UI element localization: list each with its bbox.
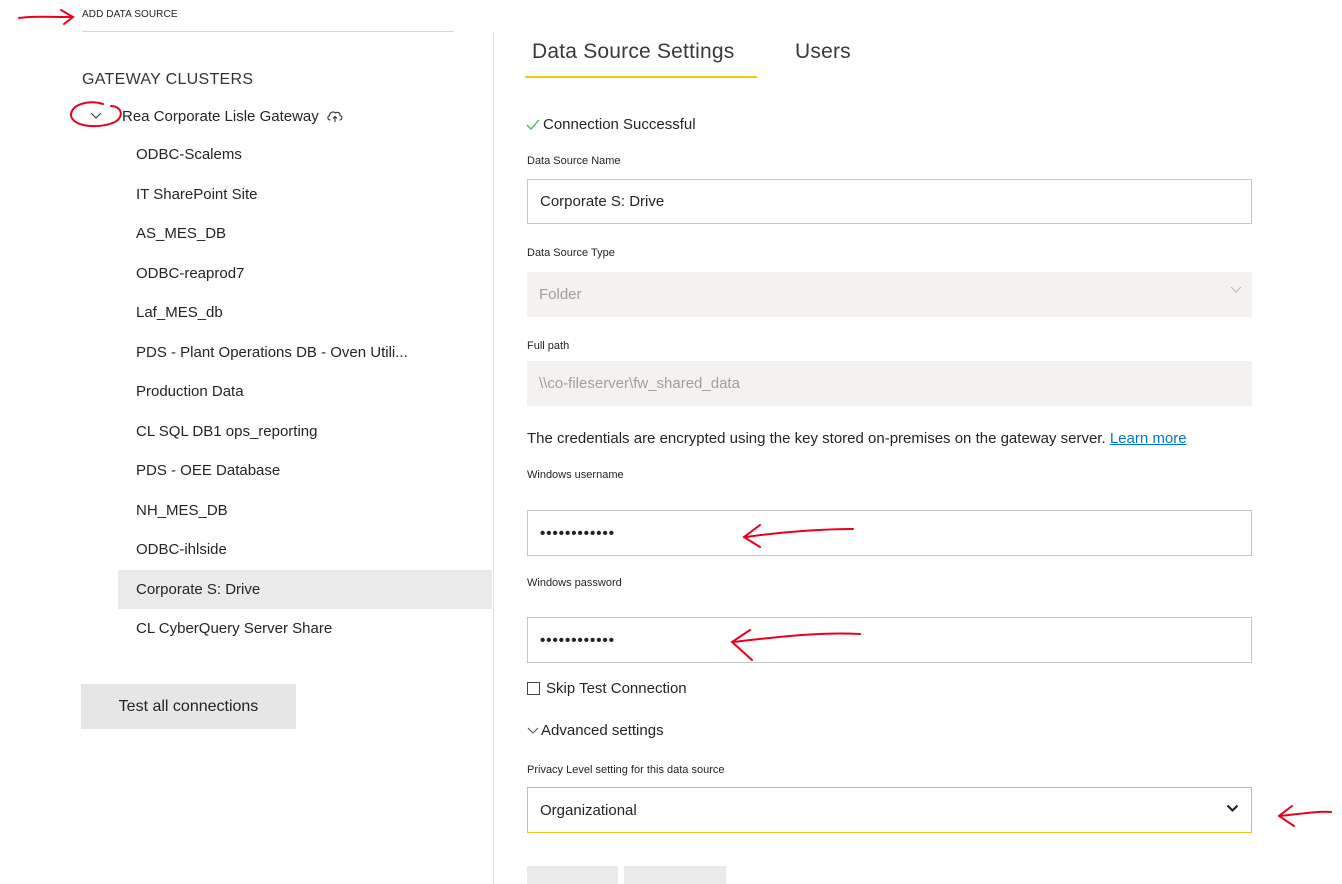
data-source-item[interactable]: PDS - Plant Operations DB - Oven Utili..…: [118, 333, 492, 372]
apply-button[interactable]: [527, 866, 618, 884]
data-source-type-select: Folder: [527, 272, 1252, 317]
data-source-item[interactable]: CL CyberQuery Server Share: [118, 609, 492, 648]
dropdown-caret-icon: [1226, 804, 1239, 813]
advanced-settings-label: Advanced settings: [541, 722, 664, 739]
cloud-upload-icon: [326, 109, 344, 123]
credentials-note-text: The credentials are encrypted using the …: [527, 430, 1106, 447]
data-source-name-label: Data Source Name: [527, 155, 621, 167]
data-source-item[interactable]: IT SharePoint Site: [118, 175, 492, 214]
data-source-item[interactable]: Laf_MES_db: [118, 293, 492, 332]
data-source-item[interactable]: NH_MES_DB: [118, 491, 492, 530]
data-source-item[interactable]: ODBC-Scalems: [118, 135, 492, 174]
skip-test-checkbox[interactable]: [527, 682, 540, 695]
connection-status: Connection Successful: [526, 116, 696, 133]
learn-more-link[interactable]: Learn more: [1110, 430, 1187, 447]
panel-divider: [493, 32, 494, 884]
chevron-down-icon: [1230, 286, 1242, 294]
full-path-input: \\co-fileserver\fw_shared_data: [527, 361, 1252, 406]
data-source-item[interactable]: ODBC-reaprod7: [118, 254, 492, 293]
windows-password-label: Windows password: [527, 577, 622, 589]
active-tab-indicator: [525, 76, 757, 78]
data-source-name-value: Corporate S: Drive: [540, 193, 665, 210]
windows-password-input[interactable]: ••••••••••••: [527, 617, 1252, 663]
skip-test-connection[interactable]: Skip Test Connection: [527, 680, 687, 697]
data-source-item[interactable]: ODBC-ihlside: [118, 530, 492, 569]
privacy-level-select[interactable]: Organizational: [527, 787, 1252, 833]
test-all-connections-button[interactable]: Test all connections: [81, 684, 296, 729]
divider: [82, 31, 454, 32]
annotation-arrow-username: [738, 519, 858, 549]
skip-test-label: Skip Test Connection: [546, 680, 687, 697]
annotation-arrow-password: [724, 624, 864, 664]
connection-status-text: Connection Successful: [543, 116, 696, 133]
data-source-type-value: Folder: [539, 286, 582, 303]
chevron-down-icon[interactable]: [82, 112, 110, 120]
privacy-level-label: Privacy Level setting for this data sour…: [527, 764, 725, 776]
annotation-arrow-top: [17, 8, 75, 26]
full-path-label: Full path: [527, 340, 570, 352]
full-path-value: \\co-fileserver\fw_shared_data: [539, 375, 740, 392]
windows-username-value: ••••••••••••: [540, 524, 616, 542]
chevron-down-icon: [527, 727, 539, 735]
discard-button[interactable]: [624, 866, 726, 884]
advanced-settings-toggle[interactable]: Advanced settings: [527, 722, 664, 739]
windows-username-label: Windows username: [527, 469, 624, 481]
data-source-item[interactable]: Corporate S: Drive: [118, 569, 492, 609]
tab-users[interactable]: Users: [795, 40, 851, 64]
data-source-item[interactable]: CL SQL DB1 ops_reporting: [118, 412, 492, 451]
gateway-clusters-heading: GATEWAY CLUSTERS: [82, 71, 254, 88]
add-data-source-link[interactable]: ADD DATA SOURCE: [82, 9, 178, 20]
checkmark-icon: [526, 119, 540, 131]
data-source-item[interactable]: PDS - OEE Database: [118, 451, 492, 490]
privacy-level-value: Organizational: [540, 801, 637, 819]
windows-username-input[interactable]: ••••••••••••: [527, 510, 1252, 556]
data-source-item[interactable]: AS_MES_DB: [118, 214, 492, 253]
data-source-item[interactable]: Production Data: [118, 372, 492, 411]
gateway-cluster-name: Rea Corporate Lisle Gateway: [122, 107, 319, 125]
data-source-type-label: Data Source Type: [527, 247, 615, 259]
credentials-note: The credentials are encrypted using the …: [527, 430, 1187, 447]
tab-data-source-settings[interactable]: Data Source Settings: [532, 40, 734, 64]
gateway-cluster-row[interactable]: Rea Corporate Lisle Gateway: [82, 104, 344, 128]
annotation-arrow-privacy: [1274, 800, 1334, 830]
data-source-name-input[interactable]: Corporate S: Drive: [527, 179, 1252, 224]
windows-password-value: ••••••••••••: [540, 631, 616, 649]
